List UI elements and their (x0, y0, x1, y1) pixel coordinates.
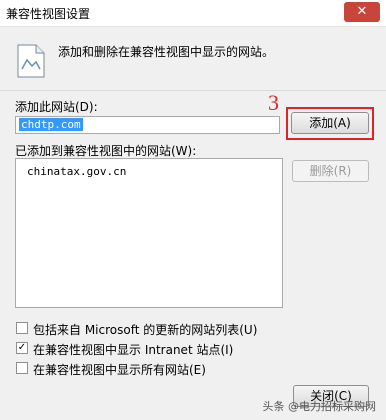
add-site-input[interactable]: chdtp.com (15, 116, 280, 134)
add-site-label: 添加此网站(D): (15, 100, 98, 114)
option-label: 在兼容性视图中显示 Intranet 站点(I) (33, 343, 234, 357)
checkbox-all-sites[interactable] (16, 362, 28, 374)
intro-text: 添加和删除在兼容性视图中显示的网站。 (58, 45, 275, 59)
separator (0, 90, 386, 91)
checkbox-intranet[interactable]: ✓ (16, 342, 28, 354)
step-annotation: 3 (268, 90, 279, 115)
add-button[interactable]: 添加(A) (291, 112, 369, 134)
added-sites-label: 已添加到兼容性视图中的网站(W): (15, 144, 197, 158)
window-title: 兼容性视图设置 (6, 7, 91, 21)
window-close-button[interactable]: ✕ (344, 2, 380, 22)
added-sites-list[interactable]: chinatax.gov.cn (15, 158, 283, 308)
title-bar: 兼容性视图设置 ✕ (0, 0, 386, 27)
document-icon (17, 44, 45, 78)
input-value: chdtp.com (19, 118, 83, 131)
watermark-text: 头条 @电力招标采购网 (262, 400, 377, 413)
list-item[interactable]: chinatax.gov.cn (27, 165, 126, 178)
checkbox-microsoft-list[interactable] (16, 322, 28, 334)
option-label: 包括来自 Microsoft 的更新的网站列表(U) (33, 323, 258, 337)
option-label: 在兼容性视图中显示所有网站(E) (33, 363, 206, 377)
remove-button[interactable]: 删除(R) (292, 160, 369, 182)
